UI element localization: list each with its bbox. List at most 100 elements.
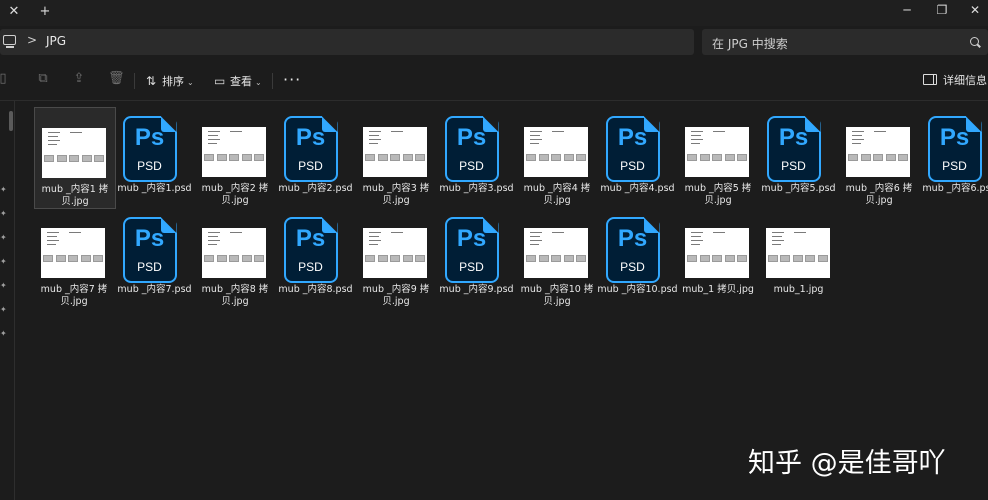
psd-tag: PSD	[459, 260, 484, 274]
thumbnail-text-line	[713, 232, 725, 233]
close-tab-icon[interactable]: ✕	[0, 0, 28, 26]
image-thumbnail	[42, 128, 106, 178]
image-thumbnail	[685, 127, 749, 177]
image-thumbnail	[524, 228, 588, 278]
search-icon[interactable]	[970, 37, 979, 46]
thumbnail-text-line	[208, 236, 218, 237]
file-name-label: mub _内容9 拷贝.jpg	[362, 284, 430, 307]
view-button[interactable]: ▭ 查看 ⌄	[214, 72, 262, 90]
thumbnail-text-line	[530, 131, 542, 132]
pin-icon: ✦	[0, 305, 7, 314]
psd-file-item[interactable]: Ps PSD mub _内容3.psd	[437, 107, 517, 207]
thumbnail-text-line	[369, 236, 379, 237]
minimize-icon[interactable]: ─	[890, 0, 924, 22]
ps-letters: Ps	[617, 124, 648, 151]
thumbnail-cell	[780, 255, 790, 262]
file-name-label: mub_1.jpg	[773, 284, 824, 295]
thumbnail-cell	[415, 255, 425, 262]
thumbnail-text-line	[852, 139, 864, 140]
psd-tag: PSD	[137, 159, 162, 173]
jpg-file-item[interactable]: mub _内容7 拷贝.jpg	[34, 208, 114, 308]
navigation-scrollbar[interactable]	[9, 111, 13, 131]
rename-icon[interactable]: ⧉	[36, 72, 50, 86]
psd-file-item[interactable]: Ps PSD mub _内容10.psd	[597, 208, 678, 308]
address-bar[interactable]: > JPG	[0, 29, 694, 55]
thumbnail-text-line	[713, 131, 725, 132]
psd-file-item[interactable]: Ps PSD mub _内容5.psd	[759, 107, 839, 207]
thumbnail-text-line	[530, 135, 540, 136]
thumbnail-cell	[805, 255, 815, 262]
file-name-label: mub _内容6 拷贝.jpg	[845, 183, 913, 206]
search-input[interactable]: 在 JPG 中搜索	[702, 29, 988, 55]
psd-file-item[interactable]: Ps PSD mub _内容9.psd	[437, 208, 517, 308]
thumbnail-text-line	[369, 139, 381, 140]
pin-icon: ✦	[0, 329, 7, 338]
file-name-label: mub_1 拷贝.jpg	[682, 284, 754, 295]
breadcrumb-separator[interactable]: >	[27, 33, 37, 47]
jpg-file-item[interactable]: mub _内容9 拷贝.jpg	[356, 208, 436, 308]
maximize-icon[interactable]: ❐	[925, 0, 959, 22]
thumbnail-text-line	[208, 244, 217, 245]
pin-icon: ✦	[0, 257, 7, 266]
ps-letters: Ps	[939, 124, 970, 151]
jpg-file-item[interactable]: mub _内容3 拷贝.jpg	[356, 107, 436, 207]
ps-letters: Ps	[134, 225, 165, 252]
photoshop-file-icon: Ps PSD	[122, 217, 177, 283]
paste-icon[interactable]: ▯	[0, 72, 10, 86]
thumbnail-cell	[241, 255, 252, 262]
share-icon[interactable]: ⇪	[72, 72, 86, 86]
ps-letters: Ps	[295, 225, 326, 252]
thumbnail-cell	[551, 154, 561, 161]
thumbnail-text-line	[69, 232, 81, 233]
delete-icon[interactable]: 🗑	[108, 72, 125, 86]
thumbnail-text-line	[47, 236, 57, 237]
jpg-file-item[interactable]: mub _内容2 拷贝.jpg	[195, 107, 275, 207]
thumbnail-text-line	[230, 232, 242, 233]
ps-letters: Ps	[456, 225, 487, 252]
file-name-label: mub _内容8 拷贝.jpg	[201, 284, 269, 307]
jpg-file-item[interactable]: mub _内容6 拷贝.jpg	[839, 107, 919, 207]
jpg-file-item[interactable]: mub _内容10 拷贝.jpg	[517, 208, 597, 308]
psd-file-item[interactable]: Ps PSD mub _内容4.psd	[598, 107, 678, 207]
ps-letters: Ps	[456, 124, 487, 151]
thumbnail-text-line	[530, 139, 542, 140]
file-name-label: mub _内容5.psd	[761, 183, 836, 194]
ps-letters: Ps	[134, 124, 165, 151]
jpg-file-item[interactable]: mub _内容4 拷贝.jpg	[517, 107, 597, 207]
thumbnail-text-line	[771, 232, 784, 233]
psd-file-item[interactable]: Ps PSD mub _内容7.psd	[115, 208, 195, 308]
file-name-label: mub _内容1.psd	[117, 183, 192, 194]
thumbnail-text-line	[793, 232, 806, 233]
jpg-file-item[interactable]: mub_1.jpg	[759, 208, 839, 308]
psd-file-item[interactable]: Ps PSD mub _内容8.psd	[276, 208, 356, 308]
navigation-pane[interactable]: ✦ ✦ ✦ ✦ ✦ ✦ ✦	[0, 101, 15, 500]
more-options-button[interactable]: ···	[283, 70, 301, 89]
close-window-icon[interactable]: ✕	[958, 0, 988, 22]
thumbnail-cell	[415, 154, 425, 161]
details-label: 详细信息	[943, 74, 987, 87]
jpg-file-item[interactable]: mub _内容1 拷贝.jpg	[34, 107, 116, 209]
jpg-file-item[interactable]: mub_1 拷贝.jpg	[678, 208, 758, 308]
psd-file-item[interactable]: Ps PSD mub _内容2.psd	[276, 107, 356, 207]
thumbnail-text-line	[48, 140, 60, 141]
thumbnail-text-line	[691, 131, 703, 132]
psd-file-item[interactable]: Ps PSD mub _内容6.psd	[920, 107, 988, 207]
thumbnail-text-line	[852, 131, 864, 132]
thumbnail-cell	[737, 255, 747, 262]
thumbnail-text-line	[369, 240, 381, 241]
sort-button[interactable]: ⇅ 排序 ⌄	[146, 72, 194, 90]
file-name-label: mub _内容2.psd	[278, 183, 353, 194]
psd-file-item[interactable]: Ps PSD mub _内容1.psd	[115, 107, 195, 207]
this-pc-icon[interactable]	[3, 35, 16, 45]
new-tab-icon[interactable]: +	[31, 0, 59, 26]
breadcrumb-current-folder[interactable]: JPG	[46, 34, 66, 48]
jpg-file-item[interactable]: mub _内容8 拷贝.jpg	[195, 208, 275, 308]
psd-tag: PSD	[942, 159, 967, 173]
thumbnail-cell	[377, 154, 388, 161]
file-name-label: mub _内容4 拷贝.jpg	[523, 183, 591, 206]
thumbnail-cell	[216, 154, 227, 161]
thumbnail-cell	[229, 154, 239, 161]
thumbnail-text-line	[691, 240, 703, 241]
jpg-file-item[interactable]: mub _内容5 拷贝.jpg	[678, 107, 758, 207]
details-pane-button[interactable]: 详细信息	[923, 72, 987, 90]
